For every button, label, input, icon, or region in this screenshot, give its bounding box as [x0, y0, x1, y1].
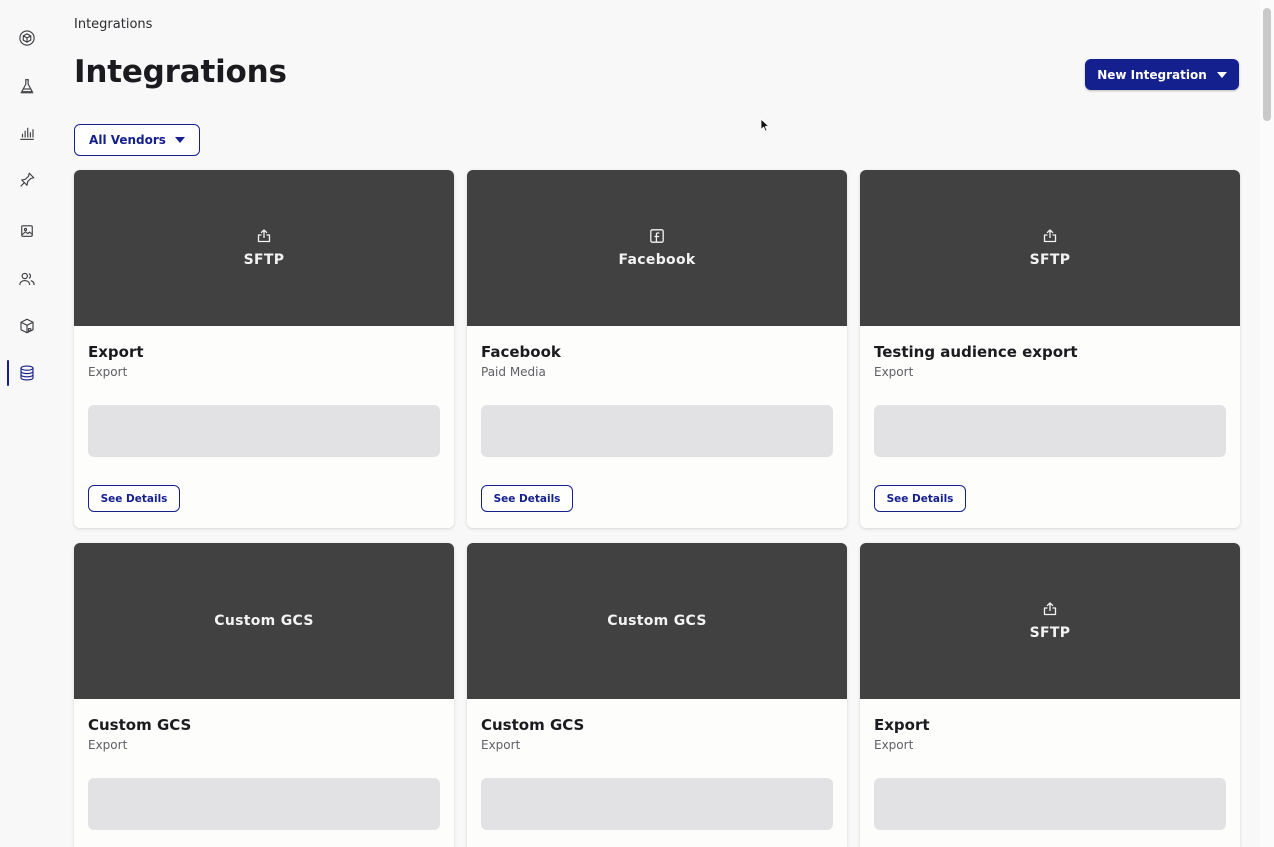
see-details-button[interactable]: See Details: [88, 485, 180, 512]
sidebar-item-audiences[interactable]: [0, 264, 54, 294]
mouse-cursor-icon: [760, 118, 770, 132]
sidebar-item-pins[interactable]: [0, 165, 54, 195]
loading-placeholder: [481, 778, 833, 830]
upload-icon: [1042, 601, 1058, 617]
cube-icon: [19, 30, 35, 46]
app: Integrations Integrations New Integratio…: [0, 0, 1274, 847]
card-banner: Custom GCS: [74, 543, 454, 699]
card-title: Export: [874, 716, 930, 734]
users-icon: [19, 272, 35, 286]
scrollbar[interactable]: [1260, 0, 1274, 847]
scrollbar-thumb[interactable]: [1263, 8, 1271, 121]
facebook-icon: [649, 228, 665, 244]
sidebar-item-lab[interactable]: [0, 71, 54, 101]
card-title: Custom GCS: [88, 716, 192, 734]
card-banner: Facebook: [467, 170, 847, 326]
package-icon: [20, 318, 34, 334]
banner-label: Custom GCS: [607, 613, 707, 629]
card-banner: Custom GCS: [467, 543, 847, 699]
card-title: Testing audience export: [874, 343, 1078, 361]
card-banner: SFTP: [74, 170, 454, 326]
integration-card: Custom GCS Custom GCS Export: [74, 543, 454, 847]
card-body: Custom GCS Export: [74, 699, 454, 830]
banner-label: SFTP: [1029, 252, 1071, 268]
integration-card: SFTP Export Export: [860, 543, 1240, 847]
card-banner: SFTP: [860, 543, 1240, 699]
sidebar-item-cube[interactable]: [0, 23, 54, 53]
card-subtitle: Export: [88, 365, 128, 379]
card-subtitle: Export: [874, 738, 914, 752]
upload-icon: [256, 228, 272, 244]
loading-placeholder: [874, 405, 1226, 457]
card-subtitle: Export: [874, 365, 914, 379]
integration-card: Custom GCS Custom GCS Export: [467, 543, 847, 847]
card-subtitle: Export: [88, 738, 128, 752]
card-body: Export Export: [860, 699, 1240, 830]
card-banner: SFTP: [860, 170, 1240, 326]
integration-card: SFTP Export Export See Details: [74, 170, 454, 528]
sidebar-item-products[interactable]: [0, 311, 54, 341]
card-body: Custom GCS Export: [467, 699, 847, 830]
card-subtitle: Paid Media: [481, 365, 546, 379]
card-title: Export: [88, 343, 144, 361]
card-title: Custom GCS: [481, 716, 585, 734]
sidebar-item-analytics[interactable]: [0, 118, 54, 148]
new-integration-button[interactable]: New Integration: [1085, 59, 1239, 90]
caret-down-icon: [174, 137, 185, 143]
card-title: Facebook: [481, 343, 561, 361]
sidebar: [0, 0, 54, 847]
flask-icon: [20, 79, 34, 94]
breadcrumb[interactable]: Integrations: [74, 17, 152, 32]
loading-placeholder: [481, 405, 833, 457]
upload-icon: [1042, 228, 1058, 244]
integration-card: SFTP Testing audience export Export See …: [860, 170, 1240, 528]
card-body: Export Export See Details: [74, 326, 454, 512]
card-subtitle: Export: [481, 738, 521, 752]
loading-placeholder: [88, 405, 440, 457]
bar-chart-icon: [20, 127, 34, 140]
banner-label: SFTP: [243, 252, 285, 268]
image-icon: [21, 225, 33, 237]
banner-label: Facebook: [618, 252, 696, 268]
card-body: Testing audience export Export See Detai…: [860, 326, 1240, 512]
see-details-button[interactable]: See Details: [481, 485, 573, 512]
vendor-filter-dropdown[interactable]: All Vendors: [74, 124, 200, 156]
database-icon: [20, 365, 34, 381]
integration-card: Facebook Facebook Paid Media See Details: [467, 170, 847, 528]
banner-label: SFTP: [1029, 625, 1071, 641]
map-pin-icon: [20, 172, 35, 187]
caret-down-icon: [1216, 71, 1227, 78]
sidebar-item-integrations[interactable]: [0, 358, 54, 388]
see-details-button[interactable]: See Details: [874, 485, 966, 512]
loading-placeholder: [874, 778, 1226, 830]
page-title: Integrations: [74, 54, 287, 90]
sidebar-item-media[interactable]: [0, 216, 54, 246]
card-body: Facebook Paid Media See Details: [467, 326, 847, 512]
new-integration-label: New Integration: [1097, 67, 1207, 82]
vendor-filter-label: All Vendors: [89, 133, 166, 147]
banner-label: Custom GCS: [214, 613, 314, 629]
loading-placeholder: [88, 778, 440, 830]
